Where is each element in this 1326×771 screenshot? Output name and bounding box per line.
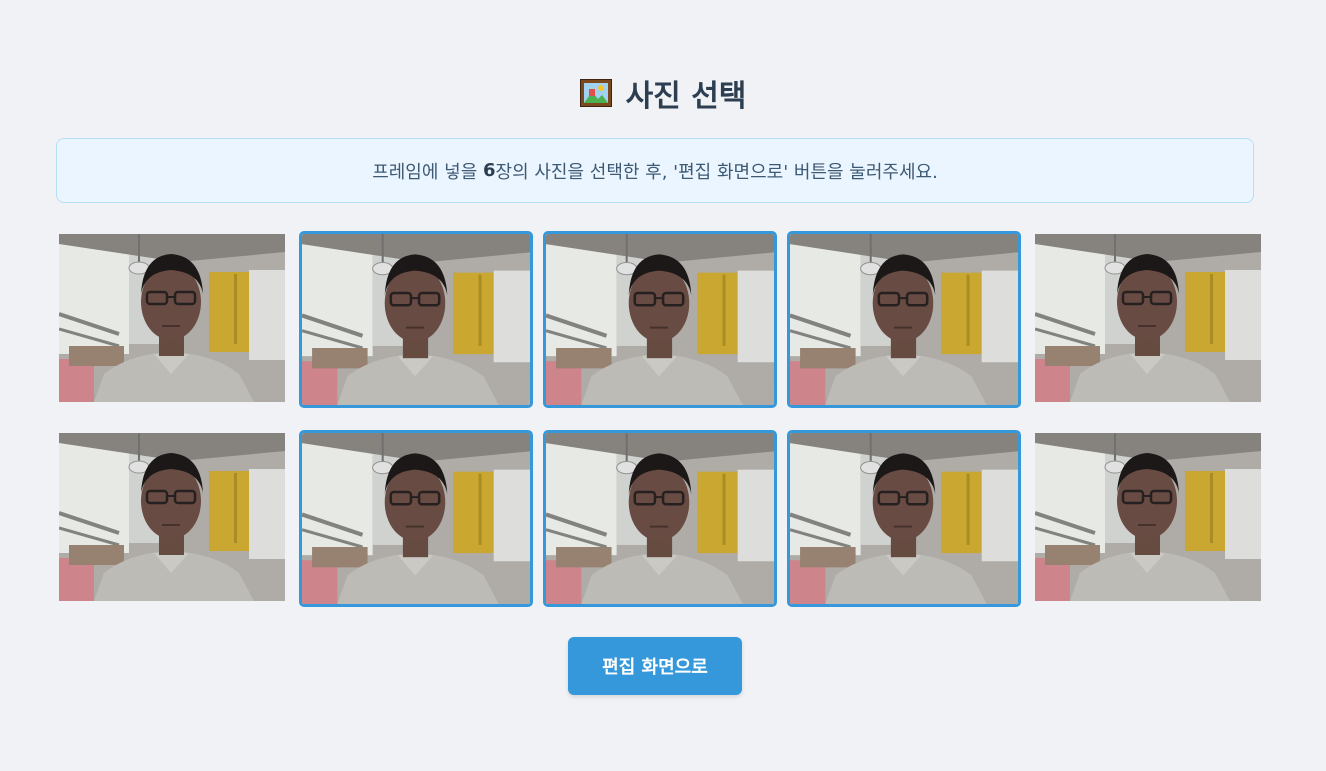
instruction-photo-count: 6 — [483, 160, 496, 181]
photo-thumbnail-selected[interactable] — [299, 231, 533, 408]
webcam-photo — [59, 234, 285, 402]
webcam-photo — [790, 433, 1018, 604]
webcam-photo — [302, 433, 530, 604]
webcam-photo — [546, 433, 774, 604]
photo-thumbnail[interactable] — [1035, 231, 1261, 405]
page-header: 사진 선택 — [0, 70, 1326, 116]
page-title: 사진 선택 — [625, 79, 747, 114]
photo-grid — [59, 231, 1261, 607]
webcam-photo — [1035, 234, 1261, 402]
photo-thumbnail[interactable] — [59, 231, 285, 405]
webcam-photo — [1035, 433, 1261, 601]
photo-thumbnail[interactable] — [1035, 430, 1261, 604]
webcam-photo — [546, 234, 774, 405]
photo-thumbnail-selected[interactable] — [787, 430, 1021, 607]
webcam-photo — [302, 234, 530, 405]
instruction-text-prefix: 프레임에 넣을 — [372, 161, 483, 183]
instruction-text-suffix: 장의 사진을 선택한 후, '편집 화면으로' 버튼을 눌러주세요. — [495, 161, 938, 183]
go-to-editor-button[interactable]: 편집 화면으로 — [568, 637, 742, 695]
framed-picture-icon — [579, 79, 612, 107]
photo-thumbnail-selected[interactable] — [787, 231, 1021, 408]
webcam-photo — [790, 234, 1018, 405]
photo-thumbnail-selected[interactable] — [543, 231, 777, 408]
photo-thumbnail-selected[interactable] — [299, 430, 533, 607]
photo-thumbnail-selected[interactable] — [543, 430, 777, 607]
instruction-banner: 프레임에 넣을 6 장의 사진을 선택한 후, '편집 화면으로' 버튼을 눌러주… — [56, 138, 1254, 203]
photo-thumbnail[interactable] — [59, 430, 285, 604]
webcam-photo — [59, 433, 285, 601]
